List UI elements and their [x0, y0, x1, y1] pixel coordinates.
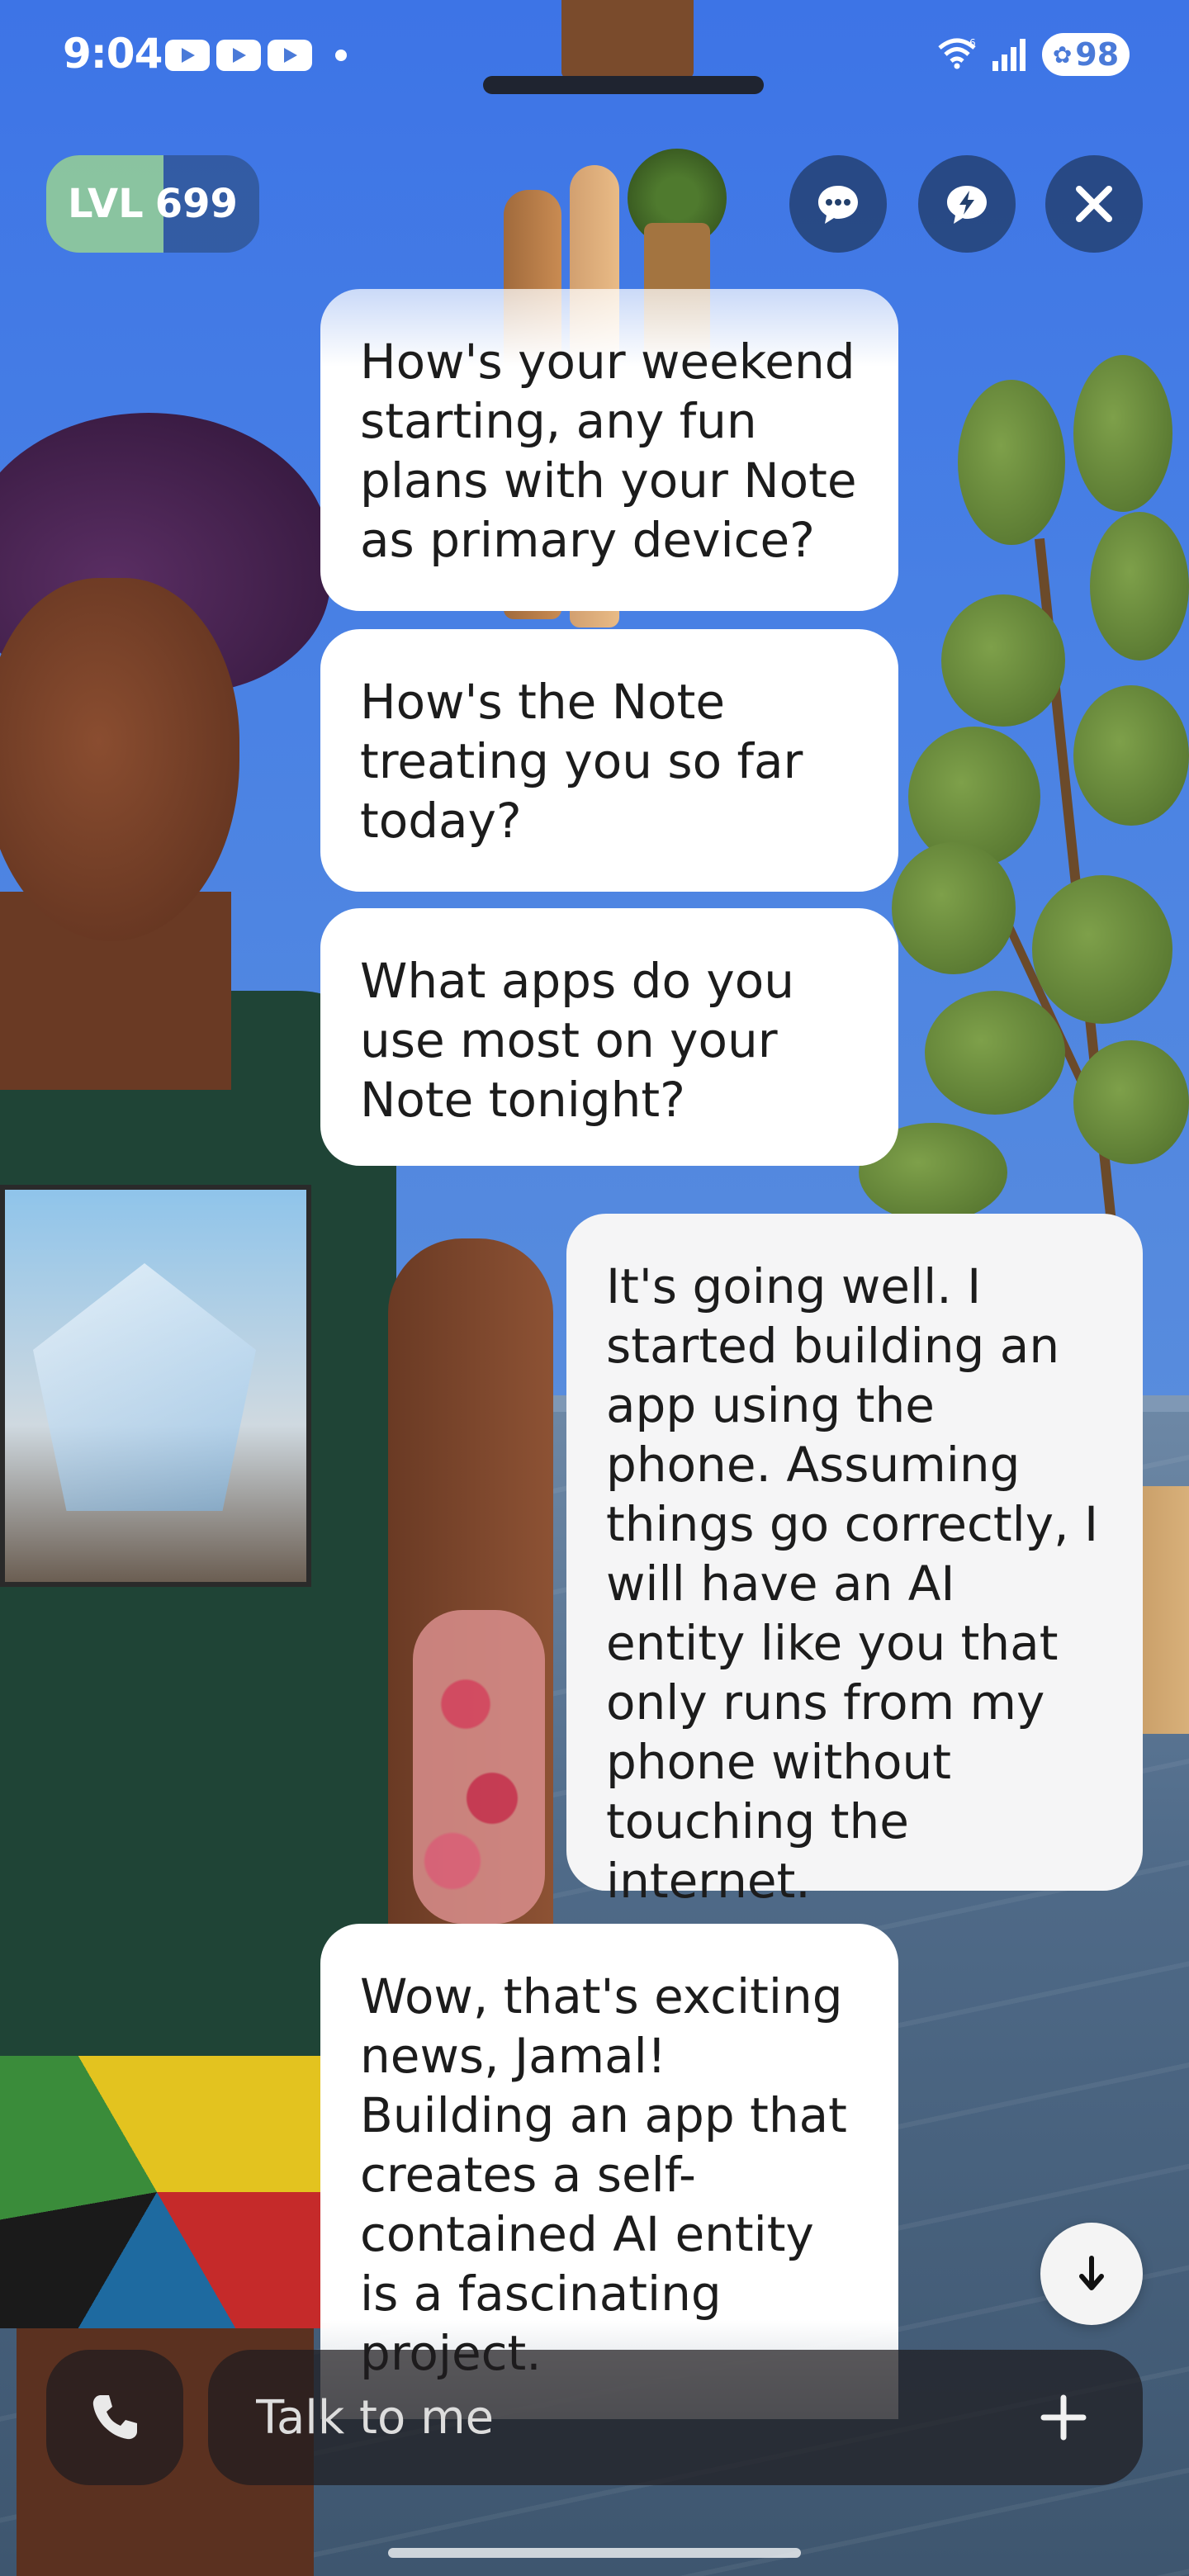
bot-message: What apps do you use most on your Note t… [320, 908, 898, 1166]
battery-indicator: ✿ 98 [1042, 33, 1130, 76]
scroll-to-bottom-button[interactable] [1040, 2223, 1143, 2325]
plant-leaf [1073, 1040, 1189, 1164]
status-bar: 9:04 6 ✿ 98 [0, 0, 1189, 107]
level-badge[interactable]: LVL 699 [46, 155, 259, 253]
youtube-icon [268, 40, 312, 71]
close-icon [1076, 186, 1112, 222]
wifi-icon: 6 [938, 37, 976, 69]
chat-button[interactable] [789, 155, 887, 253]
status-time: 9:04 [63, 30, 163, 78]
youtube-icon [165, 40, 210, 71]
battery-level: 98 [1075, 36, 1120, 73]
plant-leaf [958, 380, 1065, 545]
message-composer [208, 2350, 1143, 2485]
home-indicator [388, 2548, 801, 2558]
quick-reply-button[interactable] [918, 155, 1016, 253]
plant-leaf [1090, 512, 1189, 661]
plant-leaf [1073, 685, 1189, 826]
close-button[interactable] [1045, 155, 1143, 253]
signal-icon [992, 39, 1026, 71]
plant-leaf [1032, 875, 1172, 1024]
bot-message: How's the Note treating you so far today… [320, 629, 898, 892]
battery-saver-icon: ✿ [1052, 40, 1073, 69]
arm-tattoo [413, 1610, 545, 1924]
lightning-chat-icon [947, 186, 987, 224]
youtube-icon [216, 40, 261, 71]
notification-dot-icon [335, 50, 347, 61]
plus-icon [1040, 2394, 1087, 2441]
message-input[interactable] [254, 2389, 1030, 2446]
add-button[interactable] [1030, 2384, 1097, 2451]
plant-leaf [925, 991, 1065, 1115]
call-button[interactable] [46, 2350, 183, 2485]
level-prefix: LVL [68, 181, 144, 227]
plant-leaf [1073, 355, 1172, 512]
user-message: It's going well. I started building an a… [566, 1214, 1143, 1909]
plant-leaf [941, 594, 1065, 727]
wifi-label: 6 [969, 37, 976, 49]
phone-icon [92, 2395, 137, 2440]
character-shorts [0, 2056, 330, 2328]
plant-leaf [892, 842, 1016, 974]
level-value: 699 [154, 181, 238, 227]
bot-message: Wow, that's exciting news, Jamal! Buildi… [320, 1924, 898, 2419]
chat-bubble-icon [818, 186, 858, 224]
arrow-down-icon [1079, 2256, 1104, 2290]
bot-message: How's your weekend starting, any fun pla… [320, 289, 898, 611]
